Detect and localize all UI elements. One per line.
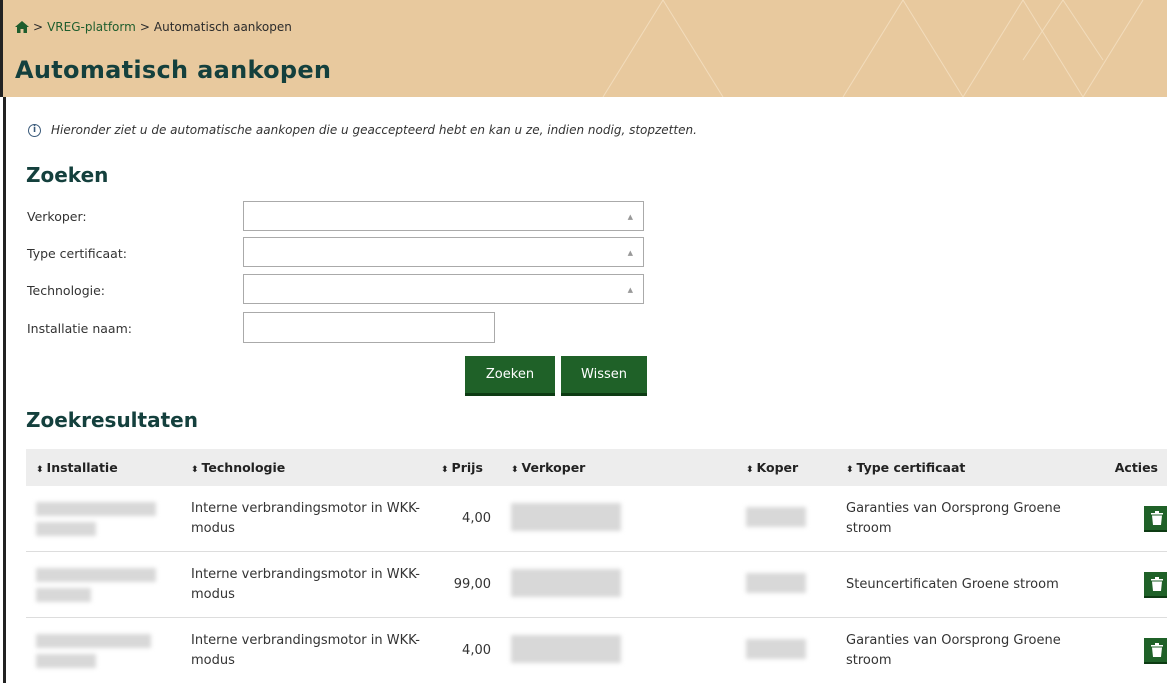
acties-cell (1070, 505, 1167, 532)
redacted-installatie (36, 521, 96, 536)
verkoper-cell (501, 502, 736, 535)
technologie-select[interactable]: ▲ (243, 274, 644, 304)
column-header-type-certificaat[interactable]: ⬍ Type certificaat (836, 460, 1070, 475)
redacted-koper (746, 638, 806, 659)
installatie-cell (26, 501, 181, 536)
search-button[interactable]: Zoeken (465, 356, 555, 396)
sort-icon: ⬍ (191, 465, 199, 475)
results-heading: Zoekresultaten (26, 408, 198, 432)
sort-icon: ⬍ (441, 465, 449, 475)
trash-icon (1151, 576, 1163, 591)
home-icon[interactable] (15, 21, 29, 33)
type-certificaat-select[interactable]: ▲ (243, 237, 644, 267)
breadcrumb-link-vreg-platform[interactable]: VREG-platform (47, 20, 136, 34)
redacted-installatie (36, 587, 91, 602)
redacted-installatie (36, 501, 156, 516)
column-header-prijs[interactable]: ⬍ Prijs (431, 460, 501, 475)
technologie-cell: Interne verbrandingsmotor in WKK-modus (191, 500, 420, 536)
installatie-cell (26, 567, 181, 602)
table-header: ⬍ Installatie ⬍ Technologie ⬍ Prijs ⬍ Verkop… (26, 449, 1167, 486)
main-content: i Hieronder ziet u de automatische aanko… (3, 97, 1167, 683)
delete-button[interactable] (1144, 571, 1167, 598)
info-message: i Hieronder ziet u de automatische aanko… (28, 123, 697, 137)
search-heading: Zoeken (26, 163, 109, 187)
breadcrumb-separator: > (139, 20, 150, 34)
select-arrow-icon: ▲ (627, 213, 633, 221)
delete-button[interactable] (1144, 637, 1167, 664)
sort-icon: ⬍ (746, 465, 754, 475)
info-text: Hieronder ziet u de automatische aankope… (51, 123, 697, 137)
clear-button[interactable]: Wissen (561, 356, 647, 396)
redacted-koper (746, 506, 806, 527)
installatie-naam-input[interactable] (243, 312, 495, 343)
trash-icon (1151, 642, 1163, 657)
breadcrumb-current: Automatisch aankopen (153, 20, 292, 34)
redacted-installatie (36, 633, 151, 648)
type-certificaat-cell: Garanties van Oorsprong Groene stroom (846, 632, 1061, 668)
results-table: ⬍ Installatie ⬍ Technologie ⬍ Prijs ⬍ Verkop… (26, 449, 1167, 683)
trash-icon (1151, 510, 1163, 525)
type-certificaat-label: Type certificaat: (27, 246, 127, 261)
redacted-installatie (36, 653, 96, 668)
koper-cell (736, 572, 836, 597)
prijs-cell: 4,00 (462, 511, 491, 526)
type-certificaat-cell: Steuncertificaten Groene stroom (846, 576, 1059, 592)
breadcrumb: > VREG-platform > Automatisch aankopen (15, 20, 292, 34)
koper-cell (736, 506, 836, 531)
breadcrumb-separator: > (33, 20, 44, 34)
redacted-installatie (36, 567, 156, 582)
page-banner: > VREG-platform > Automatisch aankopen A… (0, 0, 1167, 97)
prijs-cell: 99,00 (453, 577, 491, 592)
column-header-installatie[interactable]: ⬍ Installatie (26, 460, 181, 475)
technologie-label: Technologie: (27, 283, 105, 298)
redacted-verkoper (511, 502, 621, 531)
technologie-cell: Interne verbrandingsmotor in WKK-modus (191, 566, 420, 602)
table-row: Interne verbrandingsmotor in WKK-modus 4… (26, 618, 1167, 683)
prijs-cell: 4,00 (462, 643, 491, 658)
redacted-verkoper (511, 568, 621, 597)
installatie-naam-label: Installatie naam: (27, 321, 132, 336)
verkoper-cell (501, 634, 736, 667)
sort-icon: ⬍ (846, 465, 854, 475)
type-certificaat-cell: Garanties van Oorsprong Groene stroom (846, 500, 1061, 536)
redacted-koper (746, 572, 806, 593)
column-header-verkoper[interactable]: ⬍ Verkoper (501, 460, 736, 475)
column-header-technologie[interactable]: ⬍ Technologie (181, 460, 431, 475)
verkoper-select[interactable]: ▲ (243, 201, 644, 231)
redacted-verkoper (511, 634, 621, 663)
column-header-acties: Acties (1114, 460, 1158, 475)
delete-button[interactable] (1144, 505, 1167, 532)
select-arrow-icon: ▲ (627, 286, 633, 294)
select-arrow-icon: ▲ (627, 249, 633, 257)
koper-cell (736, 638, 836, 663)
verkoper-label: Verkoper: (27, 209, 87, 224)
column-header-koper[interactable]: ⬍ Koper (736, 460, 836, 475)
table-row: Interne verbrandingsmotor in WKK-modus 4… (26, 486, 1167, 552)
acties-cell (1070, 637, 1167, 664)
sort-icon: ⬍ (511, 465, 519, 475)
technologie-cell: Interne verbrandingsmotor in WKK-modus (191, 632, 420, 668)
info-icon: i (28, 123, 41, 137)
page-title: Automatisch aankopen (15, 56, 332, 84)
installatie-cell (26, 633, 181, 668)
sort-icon: ⬍ (36, 465, 44, 475)
acties-cell (1070, 571, 1167, 598)
verkoper-cell (501, 568, 736, 601)
table-row: Interne verbrandingsmotor in WKK-modus 9… (26, 552, 1167, 618)
